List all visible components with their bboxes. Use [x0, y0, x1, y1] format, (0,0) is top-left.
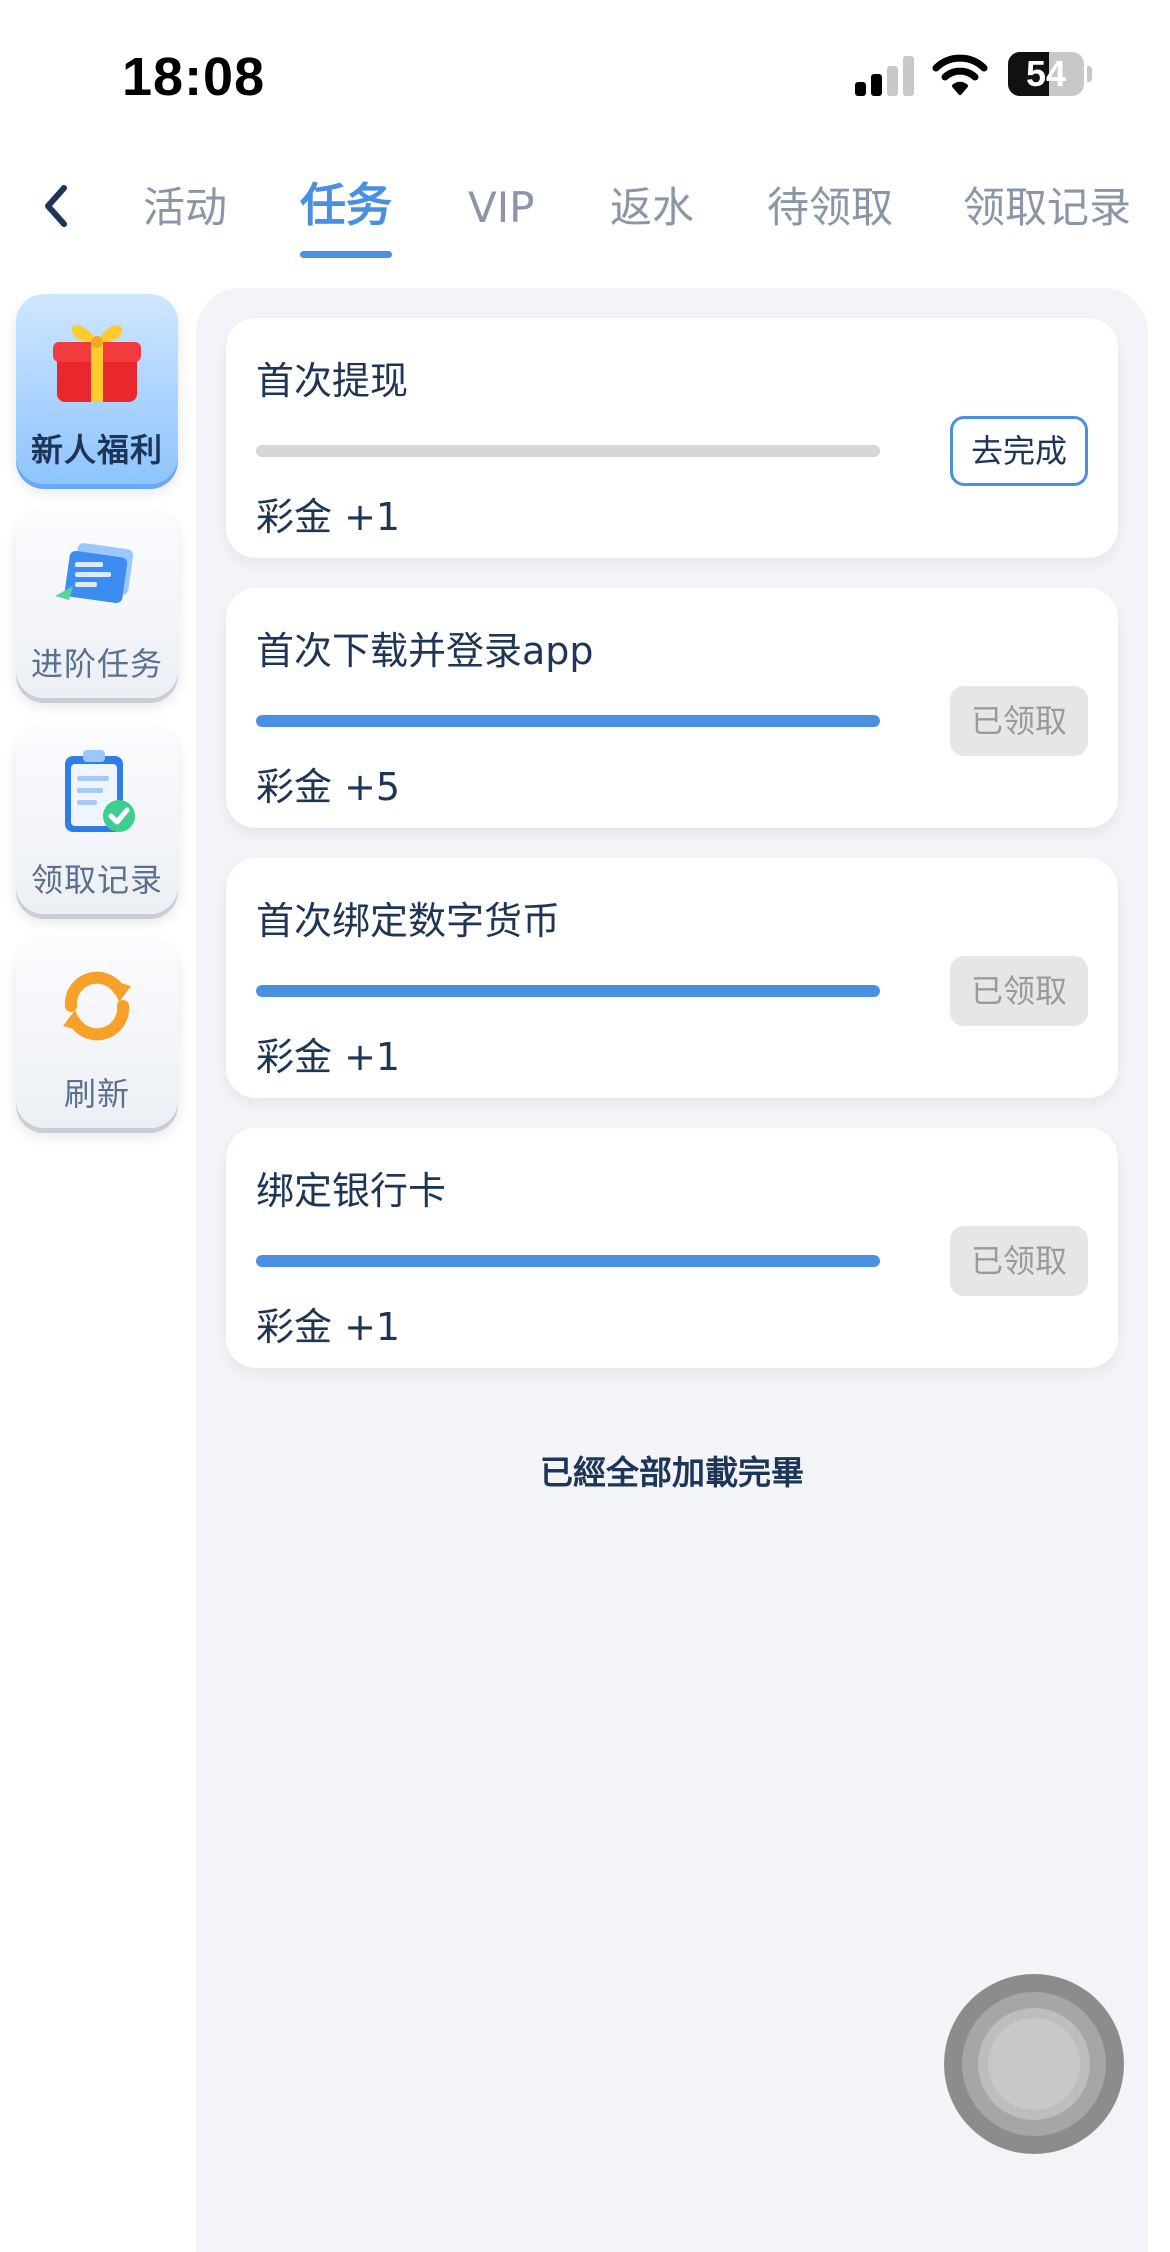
tab-pending-claim[interactable]: 待领取 — [767, 180, 893, 240]
tab-vip[interactable]: VIP — [468, 180, 534, 240]
task-reward: 彩金 +1 — [256, 495, 401, 539]
all-loaded-message: 已經全部加載完畢 — [540, 1453, 804, 1492]
task-reward: 彩金 +1 — [256, 1305, 401, 1349]
task-progress-bar — [256, 445, 880, 457]
tab-tasks[interactable]: 任务 — [300, 177, 392, 237]
sidebar-item-label: 新人福利 — [30, 431, 163, 469]
task-reward: 彩金 +5 — [256, 765, 401, 809]
task-title: 首次下载并登录app — [256, 629, 594, 673]
tab-rebate[interactable]: 返水 — [610, 180, 694, 240]
sidebar-item-label: 进阶任务 — [30, 645, 163, 683]
task-progress-bar — [256, 985, 880, 997]
task-cards-icon — [55, 543, 134, 604]
wifi-icon — [932, 54, 988, 95]
sidebar-item-label: 领取记录 — [30, 861, 163, 899]
refresh-icon — [63, 971, 131, 1041]
gift-icon — [53, 325, 141, 402]
sidebar-item-newcomer-benefits[interactable]: 新人福利 — [16, 294, 178, 484]
sidebar-item-advanced-tasks[interactable]: 进阶任务 — [16, 508, 178, 698]
tab-claim-records[interactable]: 领取记录 — [963, 180, 1131, 240]
complete-task-button[interactable]: 去完成 — [950, 416, 1088, 486]
task-card: 首次提现 彩金 +1 去完成 — [226, 318, 1118, 558]
status-bar: 18:08 54 — [0, 0, 1170, 150]
task-card: 首次绑定数字货币 彩金 +1 已领取 — [226, 858, 1118, 1098]
task-reward: 彩金 +1 — [256, 1035, 401, 1079]
battery-level: 54 — [1025, 53, 1067, 94]
task-title: 首次绑定数字货币 — [256, 899, 561, 943]
claimed-button[interactable]: 已领取 — [950, 956, 1088, 1026]
task-card: 绑定银行卡 彩金 +1 已领取 — [226, 1128, 1118, 1368]
cellular-signal-icon — [855, 56, 915, 96]
task-title: 绑定银行卡 — [256, 1169, 447, 1213]
task-card: 首次下载并登录app 彩金 +5 已领取 — [226, 588, 1118, 828]
sidebar-item-claim-records[interactable]: 领取记录 — [16, 724, 178, 914]
floating-assistive-button[interactable] — [944, 1974, 1124, 2154]
sidebar-item-label: 刷新 — [63, 1075, 130, 1113]
task-title: 首次提现 — [256, 359, 409, 403]
tab-activity[interactable]: 活动 — [143, 180, 227, 240]
clipboard-check-icon — [65, 750, 135, 832]
active-tab-indicator — [300, 251, 392, 258]
battery-icon: 54 — [1008, 52, 1092, 96]
claimed-button[interactable]: 已领取 — [950, 1226, 1088, 1296]
back-chevron-icon[interactable] — [30, 178, 86, 234]
task-progress-bar — [256, 1255, 880, 1267]
claimed-button[interactable]: 已领取 — [950, 686, 1088, 756]
task-progress-bar — [256, 715, 880, 727]
sidebar-item-refresh[interactable]: 刷新 — [16, 938, 178, 1128]
task-list-panel: 首次提现 彩金 +1 去完成 首次下载并登录app 彩金 +5 已领取 首次绑定… — [196, 288, 1148, 2252]
status-time: 18:08 — [122, 47, 266, 107]
